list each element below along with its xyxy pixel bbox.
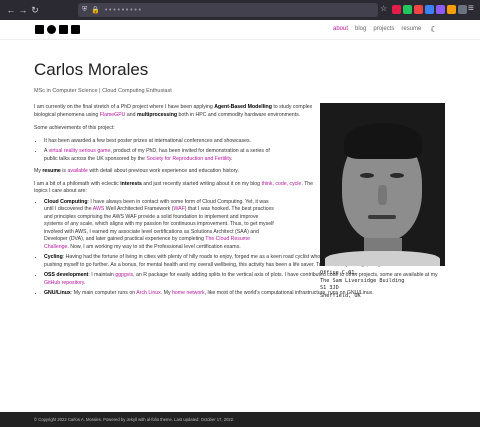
intro-paragraph: I am currently on the final stretch of a… [34, 104, 313, 118]
social-links [35, 25, 80, 34]
github-repo-link[interactable]: GitHub repository [44, 280, 84, 286]
topic-cloud: Cloud Computing: I have always been in c… [44, 199, 274, 252]
ggpgvis-link[interactable]: ggpgvis [115, 272, 133, 278]
extension-icon[interactable] [458, 5, 467, 14]
waf-link[interactable]: WAF [173, 206, 184, 212]
arch-linux-link[interactable]: Arch Linux [136, 290, 161, 296]
site-navbar: about blog projects resume ☾ [0, 20, 480, 40]
address-line: S1 3JD [320, 285, 339, 291]
browser-toolbar: ← → ↻ ⛨ 🔒 ••••••••• ☆ ≡ [0, 0, 480, 20]
page-footer: © Copyright 2022 Carlos A. Morales. Powe… [0, 412, 480, 427]
achievements-list: It has been awarded a few best poster pr… [44, 138, 282, 164]
reload-icon[interactable]: ↻ [29, 5, 41, 16]
footer-text: © Copyright 2022 Carlos A. Morales. Powe… [34, 417, 235, 422]
extension-icon[interactable] [436, 5, 445, 14]
forward-icon[interactable]: → [17, 5, 29, 15]
lock-icon[interactable]: 🔒 [91, 6, 100, 14]
nav-about-link[interactable]: about [333, 26, 348, 34]
nav-resume-link[interactable]: resume [401, 26, 421, 34]
blog-link[interactable]: think, code, cycle [262, 181, 302, 187]
address-line: Sheffield, UK [320, 292, 361, 299]
list-item: A virtual reality serious game, product … [44, 148, 282, 163]
flamegpu-link[interactable]: FlameGPU [100, 112, 126, 118]
profile-photo [320, 103, 445, 266]
nav-projects-link[interactable]: projects [373, 26, 394, 34]
rss-icon[interactable] [71, 25, 80, 34]
extension-icon[interactable] [447, 5, 456, 14]
address-bar[interactable]: ⛨ 🔒 ••••••••• [78, 3, 378, 17]
extension-icon[interactable] [425, 5, 434, 14]
back-icon[interactable]: ← [5, 5, 17, 15]
office-address: Office C-01, The Sam Liversidge Building… [320, 270, 404, 300]
extension-icon[interactable] [403, 5, 412, 14]
github-icon[interactable] [47, 25, 56, 34]
bookmark-star-icon[interactable]: ☆ [380, 4, 387, 13]
interests-paragraph: I am a bit of a philomath with eclectic … [34, 180, 314, 195]
mail-icon[interactable] [35, 25, 44, 34]
url-text: ••••••••• [103, 6, 142, 14]
resume-paragraph: My resume is available with detail about… [34, 168, 239, 174]
nav-blog-link[interactable]: blog [355, 26, 366, 34]
list-item: It has been awarded a few best poster pr… [44, 138, 282, 146]
moon-icon[interactable]: ☾ [430, 25, 437, 34]
shield-icon[interactable]: ⛨ [82, 6, 87, 14]
home-network-link[interactable]: home network [172, 290, 205, 296]
resume-link[interactable]: available [67, 168, 87, 174]
page-subtitle: MSc in Computer Science | Cloud Computin… [34, 88, 172, 94]
extension-icon[interactable] [392, 5, 401, 14]
aws-link[interactable]: AWS [93, 206, 105, 212]
srf-link[interactable]: Society for Reproduction and Fertility [146, 156, 231, 162]
nav-links: about blog projects resume ☾ [333, 25, 438, 34]
vr-game-link[interactable]: virtual reality serious game [49, 148, 111, 154]
menu-icon[interactable]: ≡ [468, 3, 474, 14]
address-line: Office C-01, [320, 270, 358, 276]
extension-icon[interactable] [414, 5, 423, 14]
address-line: The Sam Liversidge Building [320, 277, 405, 284]
page-title: Carlos Morales [34, 60, 149, 79]
twitter-icon[interactable] [59, 25, 68, 34]
